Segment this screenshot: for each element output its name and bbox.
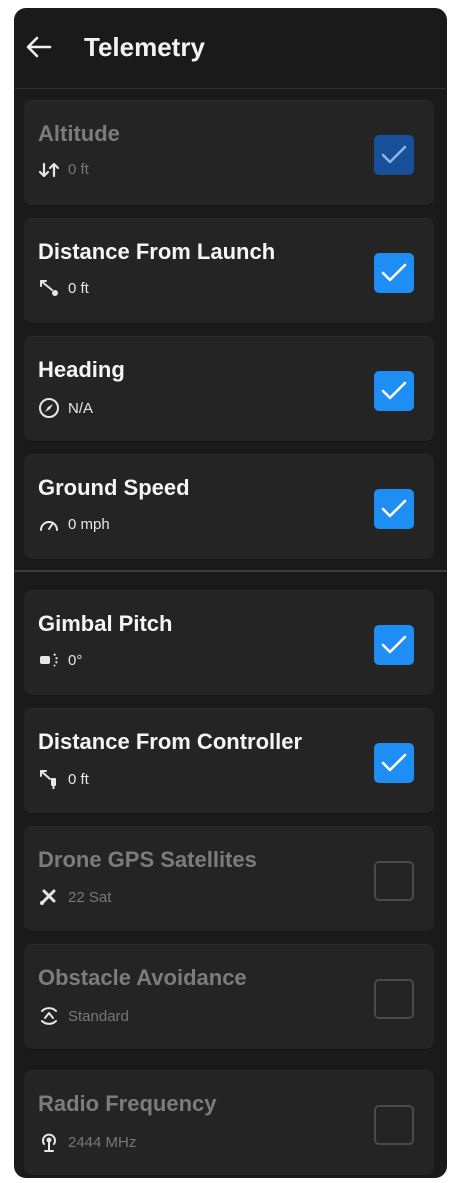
back-button[interactable] <box>24 32 54 62</box>
checkmark-icon <box>381 263 407 282</box>
telemetry-item-ground-speed[interactable]: Ground Speed 0 mph <box>24 454 434 560</box>
obstacle-avoidance-icon <box>41 1007 57 1025</box>
telemetry-item-distance-from-launch[interactable]: Distance From Launch 0 ft <box>24 218 434 324</box>
item-label: Altitude <box>38 121 120 146</box>
telemetry-item-drone-gps-satellites[interactable]: Drone GPS Satellites 22 Sat <box>24 826 434 932</box>
telemetry-item-radio-frequency[interactable]: Radio Frequency 2444 MHz <box>24 1070 434 1176</box>
section-divider <box>14 570 447 572</box>
checkbox-obstacle-avoidance[interactable] <box>374 979 414 1019</box>
checkbox-radio-frequency[interactable] <box>374 1105 414 1145</box>
checkbox-ground-speed[interactable] <box>374 489 414 529</box>
item-value: 0 mph <box>68 515 110 533</box>
telemetry-panel: Telemetry Altitude 0 ft Distance From La… <box>14 8 447 1178</box>
radio-antenna-icon <box>42 1133 56 1152</box>
item-value-row: 2444 MHz <box>38 1131 136 1153</box>
item-label: Obstacle Avoidance <box>38 965 247 990</box>
checkmark-icon <box>381 381 407 400</box>
item-value-row: N/A <box>38 397 93 419</box>
item-label: Drone GPS Satellites <box>38 847 257 872</box>
checkmark-icon <box>381 635 407 654</box>
telemetry-item-obstacle-avoidance[interactable]: Obstacle Avoidance Standard <box>24 944 434 1050</box>
checkmark-icon <box>381 499 407 518</box>
checkbox-distance-from-controller[interactable] <box>374 743 414 783</box>
item-value: 22 Sat <box>68 888 112 906</box>
item-value: 2444 MHz <box>68 1133 137 1151</box>
item-label: Heading <box>38 357 125 382</box>
telemetry-item-altitude[interactable]: Altitude 0 ft <box>24 100 434 206</box>
item-value: 0 ft <box>68 770 89 788</box>
checkbox-heading[interactable] <box>374 371 414 411</box>
header: Telemetry <box>14 8 447 89</box>
item-value-row: 0° <box>38 651 82 669</box>
checkbox-gimbal-pitch[interactable] <box>374 625 414 665</box>
telemetry-item-gimbal-pitch[interactable]: Gimbal Pitch 0° <box>24 590 434 696</box>
checkbox-altitude[interactable] <box>374 135 414 175</box>
satellite-icon <box>40 889 56 905</box>
item-value: N/A <box>68 399 94 417</box>
item-value-row: 0 ft <box>38 769 89 789</box>
item-label: Radio Frequency <box>38 1091 217 1116</box>
checkmark-icon <box>381 145 407 164</box>
item-label: Distance From Controller <box>38 729 303 754</box>
item-label: Gimbal Pitch <box>38 611 173 636</box>
checkmark-icon <box>381 753 407 772</box>
item-value: 0 ft <box>68 161 89 178</box>
checkbox-distance-from-launch[interactable] <box>374 253 414 293</box>
telemetry-item-distance-from-controller[interactable]: Distance From Controller 0 ft <box>24 708 434 814</box>
item-value: 0 ft <box>68 279 89 297</box>
distance-from-launch-icon <box>40 280 58 296</box>
item-value-row: 22 Sat <box>38 887 111 907</box>
item-value: 0° <box>68 651 83 669</box>
distance-from-controller-icon <box>40 770 56 789</box>
item-label: Ground Speed <box>38 475 190 500</box>
telemetry-item-heading[interactable]: Heading N/A <box>24 336 434 442</box>
compass-icon <box>39 398 59 418</box>
item-value-row: 0 ft <box>38 279 89 297</box>
item-value-row: 0 mph <box>38 515 110 533</box>
arrow-left-icon <box>26 36 52 58</box>
checkbox-drone-gps-satellites[interactable] <box>374 861 414 901</box>
speedometer-icon <box>40 521 58 531</box>
item-label: Distance From Launch <box>38 239 276 264</box>
item-value-row: Standard <box>38 1005 129 1027</box>
item-value-row: 0 ft <box>38 161 89 178</box>
page-title: Telemetry <box>84 32 205 62</box>
gimbal-pitch-icon <box>40 653 58 667</box>
item-value: Standard <box>68 1007 129 1025</box>
altitude-arrows-icon <box>38 162 60 177</box>
